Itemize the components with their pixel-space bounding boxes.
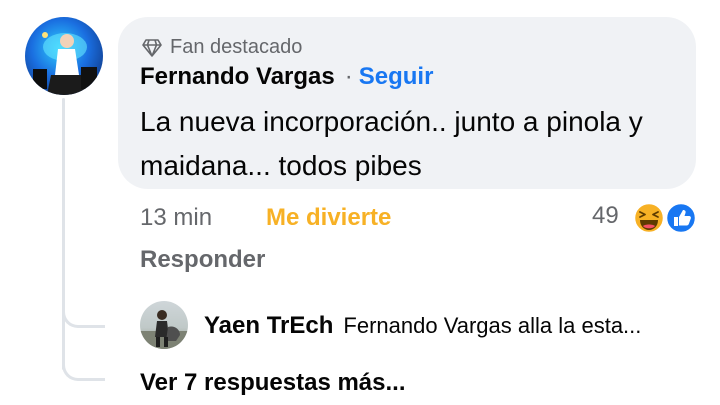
thread-line	[62, 98, 65, 370]
thread-branch-reply	[62, 292, 105, 328]
reply-avatar-image	[140, 310, 188, 349]
comment-header: Fernando Vargas · Seguir	[140, 63, 433, 91]
reply-button[interactable]: Responder	[140, 246, 265, 274]
reaction-icons[interactable]	[632, 201, 698, 235]
comment-timestamp[interactable]: 13 min	[140, 204, 212, 232]
diamond-icon	[142, 38, 162, 57]
view-more-replies-button[interactable]: Ver 7 respuestas más...	[140, 369, 406, 397]
top-fan-label: Fan destacado	[170, 36, 303, 58]
reaction-button[interactable]: Me divierte	[266, 204, 391, 232]
separator-dot: ·	[344, 63, 353, 90]
reaction-count[interactable]: 49	[592, 202, 619, 230]
commenter-avatar[interactable]	[25, 17, 103, 95]
comment-author[interactable]: Fernando Vargas	[140, 63, 335, 91]
follow-button[interactable]: Seguir	[359, 63, 434, 91]
reply-author[interactable]: Yaen TrEch	[204, 312, 333, 340]
commenter-avatar-image	[33, 32, 97, 95]
reply-text: Fernando Vargas alla la esta...	[343, 313, 642, 338]
like-icon	[664, 201, 698, 235]
reply-avatar[interactable]	[140, 301, 188, 349]
reply-preview[interactable]: Yaen TrEch Fernando Vargas alla la esta.…	[204, 312, 704, 340]
top-fan-badge: Fan destacado	[142, 36, 302, 59]
haha-icon	[632, 201, 666, 235]
thread-branch-more	[62, 344, 105, 381]
comment-text: La nueva incorporación.. junto a pinola …	[140, 106, 643, 181]
